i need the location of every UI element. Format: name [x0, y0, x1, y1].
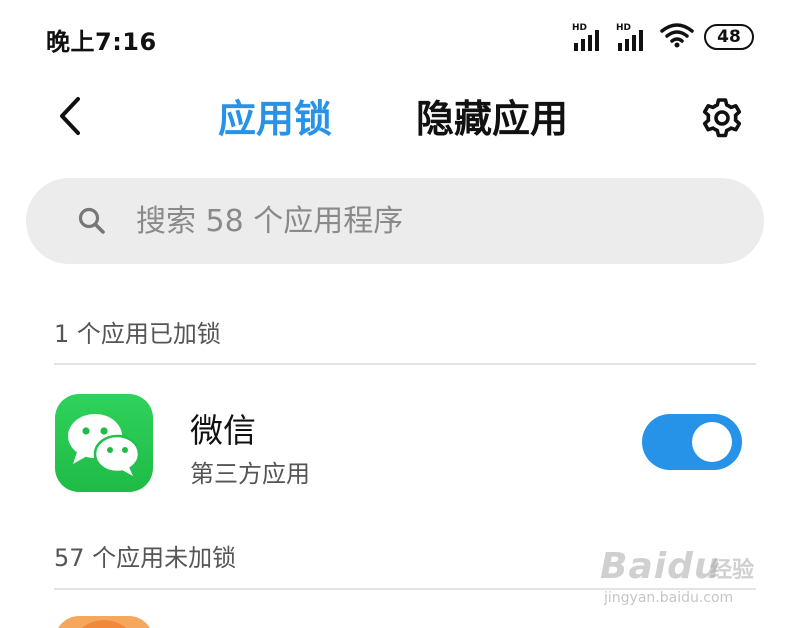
watermark: Baidu 经验 jingyan.baidu.com	[600, 546, 780, 616]
wifi-icon	[660, 22, 694, 52]
search-icon	[78, 207, 106, 239]
watermark-logo: Baidu	[600, 546, 721, 587]
toggle-knob	[692, 422, 732, 462]
signal-icon: HD	[616, 23, 650, 51]
back-button[interactable]	[48, 96, 92, 140]
watermark-label: 经验	[710, 558, 755, 583]
status-time: 晚上7:16	[46, 28, 157, 56]
signal-icon: HD	[572, 23, 606, 51]
search-input[interactable]	[136, 178, 736, 264]
section-header-unlocked: 57 个应用未加锁	[54, 544, 237, 572]
divider	[54, 363, 756, 365]
app-name: 微信	[190, 411, 256, 450]
status-bar: 晚上7:16 HD HD 48	[0, 0, 788, 76]
watermark-url: jingyan.baidu.com	[604, 590, 734, 606]
battery-level: 48	[717, 27, 741, 47]
search-bar[interactable]	[26, 178, 764, 264]
status-icons: HD HD 48	[572, 22, 754, 52]
list-item[interactable]: 微信 第三方应用	[0, 380, 788, 510]
wechat-icon	[55, 394, 153, 492]
gear-icon	[700, 96, 744, 144]
app-subtitle: 第三方应用	[190, 460, 310, 488]
lock-toggle[interactable]	[642, 414, 742, 470]
tab-hidden-apps[interactable]: 隐藏应用	[416, 94, 568, 144]
battery-icon: 48	[704, 24, 754, 50]
section-header-locked: 1 个应用已加锁	[54, 320, 221, 348]
chevron-left-icon	[56, 96, 84, 140]
tab-app-lock[interactable]: 应用锁	[218, 94, 332, 144]
app-icon[interactable]	[55, 616, 153, 628]
settings-button[interactable]	[698, 96, 746, 144]
